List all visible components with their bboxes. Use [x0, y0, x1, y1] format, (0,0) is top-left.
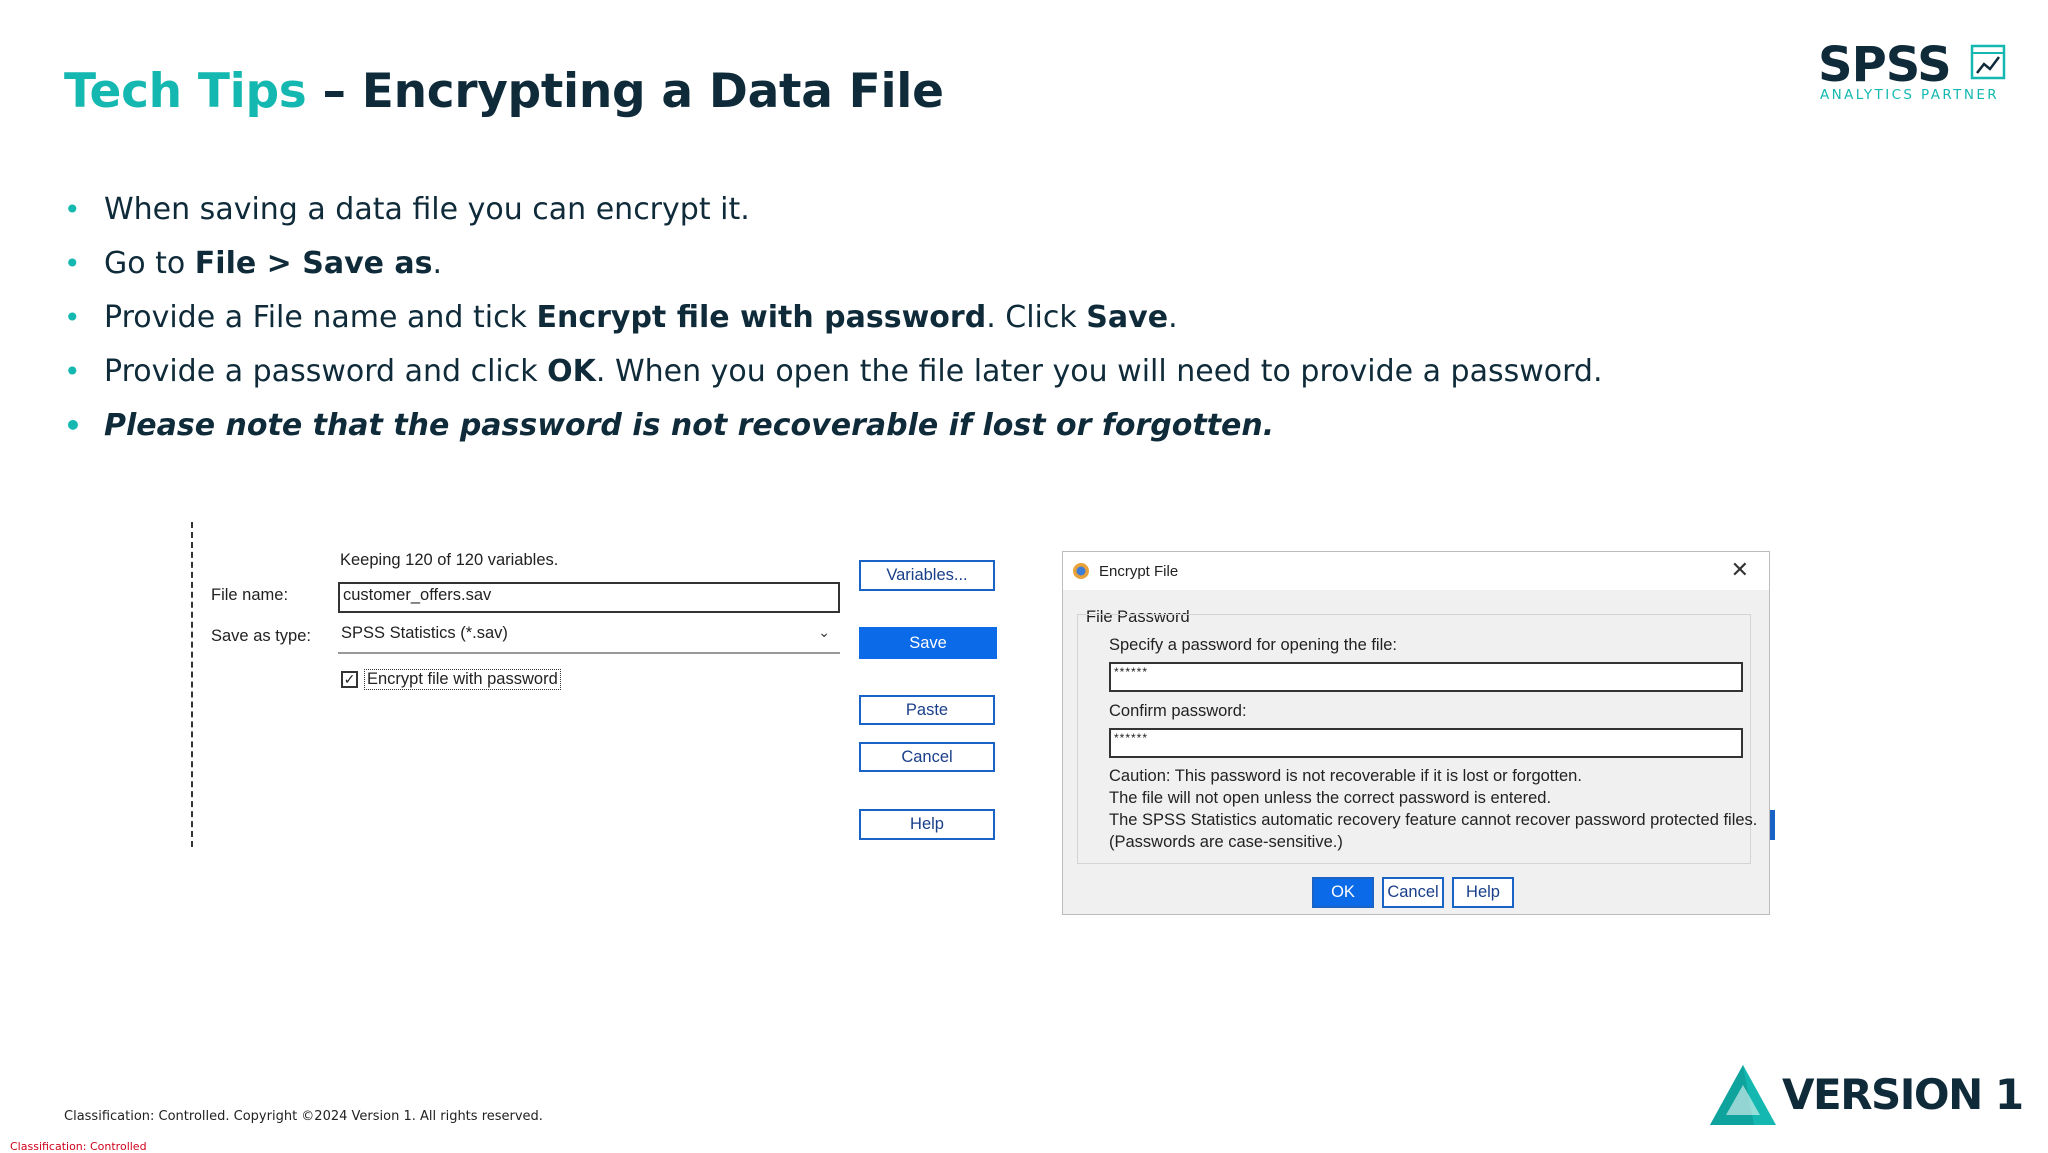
bullet-icon: •	[64, 247, 81, 280]
cancel-button[interactable]: Cancel	[859, 742, 995, 772]
caution-line: Caution: This password is not recoverabl…	[1109, 767, 1582, 785]
bullet-item: • When saving a data file you can encrypt…	[64, 183, 1603, 237]
bullet-text: . When you open the file later you will …	[595, 354, 1603, 389]
bullet-bold: Save	[1086, 300, 1169, 335]
page-title: Tech Tips – Encrypting a Data File	[64, 64, 944, 119]
scrollbar-edge	[1770, 810, 1775, 840]
version1-triangle-icon	[1710, 1065, 1776, 1125]
bullet-text: Provide a File name and tick	[104, 300, 537, 335]
paste-button[interactable]: Paste	[859, 695, 995, 725]
bullet-item-note: • Please note that the password is not re…	[64, 399, 1603, 453]
encrypt-checkbox-label[interactable]: Encrypt file with password	[364, 669, 561, 690]
bullet-icon: •	[64, 409, 82, 442]
save-as-dialog-excerpt: Keeping 120 of 120 variables. File name:…	[190, 520, 1010, 850]
title-rest: – Encrypting a Data File	[306, 64, 944, 119]
password-input[interactable]: ******	[1109, 662, 1743, 692]
bullet-text: Please note that the password is not rec…	[104, 408, 1275, 443]
saveas-type-value: SPSS Statistics (*.sav)	[341, 624, 508, 642]
confirm-password-label: Confirm password:	[1109, 702, 1247, 720]
spss-logo-name: SPSS	[1818, 37, 1952, 93]
dialog-titlebar: Encrypt File ✕	[1063, 552, 1769, 590]
divider	[191, 522, 193, 847]
bullet-icon: •	[64, 193, 81, 226]
bullet-item: • Go to File > Save as.	[64, 237, 1603, 291]
bullet-text: .	[1168, 300, 1178, 335]
bullet-icon: •	[64, 355, 81, 388]
title-accent: Tech Tips	[64, 64, 307, 119]
help-button[interactable]: Help	[859, 809, 995, 840]
bullet-text: .	[432, 246, 443, 281]
filename-label: File name:	[211, 586, 289, 604]
bullet-text: When saving a data file you can encrypt …	[104, 192, 750, 227]
chart-icon	[1970, 44, 2006, 80]
spss-logo-subtitle: ANALYTICS PARTNER	[1820, 87, 2000, 103]
encrypt-cancel-button[interactable]: Cancel	[1382, 877, 1444, 908]
encrypt-help-button[interactable]: Help	[1452, 877, 1514, 908]
bullet-text: Go to	[104, 246, 195, 281]
version1-logo: VERSION 1	[1708, 1063, 2024, 1127]
specify-password-label: Specify a password for opening the file:	[1109, 636, 1398, 654]
bullet-text: Provide a password and click	[104, 354, 548, 389]
caution-line: (Passwords are case-sensitive.)	[1109, 833, 1343, 851]
save-button[interactable]: Save	[859, 627, 997, 659]
saveas-type-select[interactable]: SPSS Statistics (*.sav) ⌄	[338, 622, 840, 654]
bullet-item: • Provide a File name and tick Encrypt fi…	[64, 291, 1603, 345]
filename-input[interactable]: customer_offers.sav	[338, 582, 840, 613]
bullet-bold: File > Save as	[194, 246, 433, 281]
bullet-bold: Encrypt file with password	[536, 300, 987, 335]
caution-line: The SPSS Statistics automatic recovery f…	[1109, 811, 1758, 829]
spss-logo: SPSS ANALYTICS PARTNER	[1818, 38, 2008, 108]
version1-logo-text: VERSION 1	[1782, 1070, 2024, 1119]
bullet-text: . Click	[986, 300, 1087, 335]
encrypt-file-dialog: Encrypt File ✕ File Password Specify a p…	[1062, 551, 1775, 915]
caution-line: The file will not open unless the correc…	[1109, 789, 1552, 807]
bullet-icon: •	[64, 301, 81, 334]
ok-button[interactable]: OK	[1312, 877, 1374, 908]
close-icon[interactable]: ✕	[1731, 557, 1749, 583]
confirm-password-input[interactable]: ******	[1109, 728, 1743, 758]
saveas-type-label: Save as type:	[211, 627, 311, 645]
keeping-variables-text: Keeping 120 of 120 variables.	[340, 551, 559, 569]
bullet-item: • Provide a password and click OK. When y…	[64, 345, 1603, 399]
classification-label: Classification: Controlled	[10, 1140, 147, 1153]
app-icon	[1073, 563, 1089, 579]
encrypt-checkbox[interactable]: ✓	[341, 671, 358, 688]
variables-button[interactable]: Variables...	[859, 560, 995, 591]
chevron-down-icon: ⌄	[818, 624, 830, 640]
bullet-bold: OK	[547, 354, 596, 389]
bullet-list: • When saving a data file you can encrypt…	[64, 183, 1603, 453]
dialog-title: Encrypt File	[1099, 563, 1179, 580]
copyright-text: Classification: Controlled. Copyright ©2…	[64, 1109, 543, 1124]
